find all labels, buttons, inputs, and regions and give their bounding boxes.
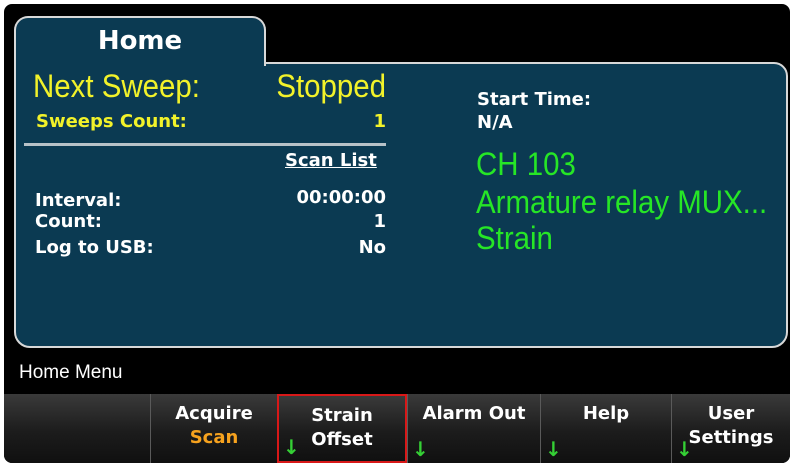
- tab-home[interactable]: Home: [14, 16, 266, 66]
- log-to-usb-value: No: [358, 237, 386, 258]
- down-arrow-icon: ↓: [412, 437, 429, 461]
- strain-offset-softkey[interactable]: Strain Offset ↓: [277, 394, 407, 463]
- softkey-3-label: Strain: [311, 405, 373, 426]
- divider: [24, 143, 386, 146]
- user-settings-softkey[interactable]: User Settings ↓: [671, 394, 790, 463]
- start-time-label: Start Time:: [477, 89, 592, 110]
- next-sweep-value: Stopped: [276, 68, 386, 104]
- softkey-1[interactable]: [4, 394, 150, 463]
- start-time-value: N/A: [477, 112, 513, 133]
- instrument-display: Home Next Sweep: Stopped Sweeps Count: 1…: [4, 4, 790, 463]
- channel-function: Strain: [476, 220, 553, 256]
- count-value: 1: [373, 211, 386, 232]
- sweeps-count-value: 1: [373, 111, 386, 132]
- softkey-6-label: User: [707, 403, 755, 424]
- softkey-5-label: Help: [582, 403, 630, 424]
- scan-list-header: Scan List: [285, 150, 377, 171]
- next-sweep-label: Next Sweep:: [33, 68, 200, 104]
- softkey-1-label: [4, 394, 150, 402]
- menu-title: Home Menu: [19, 362, 123, 383]
- acquire-scan-softkey[interactable]: Acquire Scan: [150, 394, 277, 463]
- softkey-bar: Acquire Scan Strain Offset ↓ Alarm Out ↓…: [4, 394, 790, 463]
- softkey-2-value: Scan: [189, 427, 239, 448]
- count-label: Count:: [35, 211, 103, 232]
- sweeps-count-label: Sweeps Count:: [36, 111, 187, 132]
- help-softkey[interactable]: Help ↓: [540, 394, 671, 463]
- channel-module: Armature relay MUX...: [476, 184, 768, 220]
- log-to-usb-label: Log to USB:: [35, 237, 154, 258]
- tab-panel-join: [16, 60, 264, 66]
- channel-number: CH 103: [476, 146, 576, 182]
- down-arrow-icon: ↓: [545, 437, 562, 461]
- down-arrow-icon: ↓: [283, 435, 300, 459]
- softkey-2-label: Acquire: [175, 403, 253, 424]
- softkey-4-label: Alarm Out: [422, 403, 526, 424]
- interval-value: 00:00:00: [296, 187, 386, 208]
- down-arrow-icon: ↓: [676, 437, 693, 461]
- alarm-out-softkey[interactable]: Alarm Out ↓: [407, 394, 540, 463]
- interval-label: Interval:: [35, 190, 122, 211]
